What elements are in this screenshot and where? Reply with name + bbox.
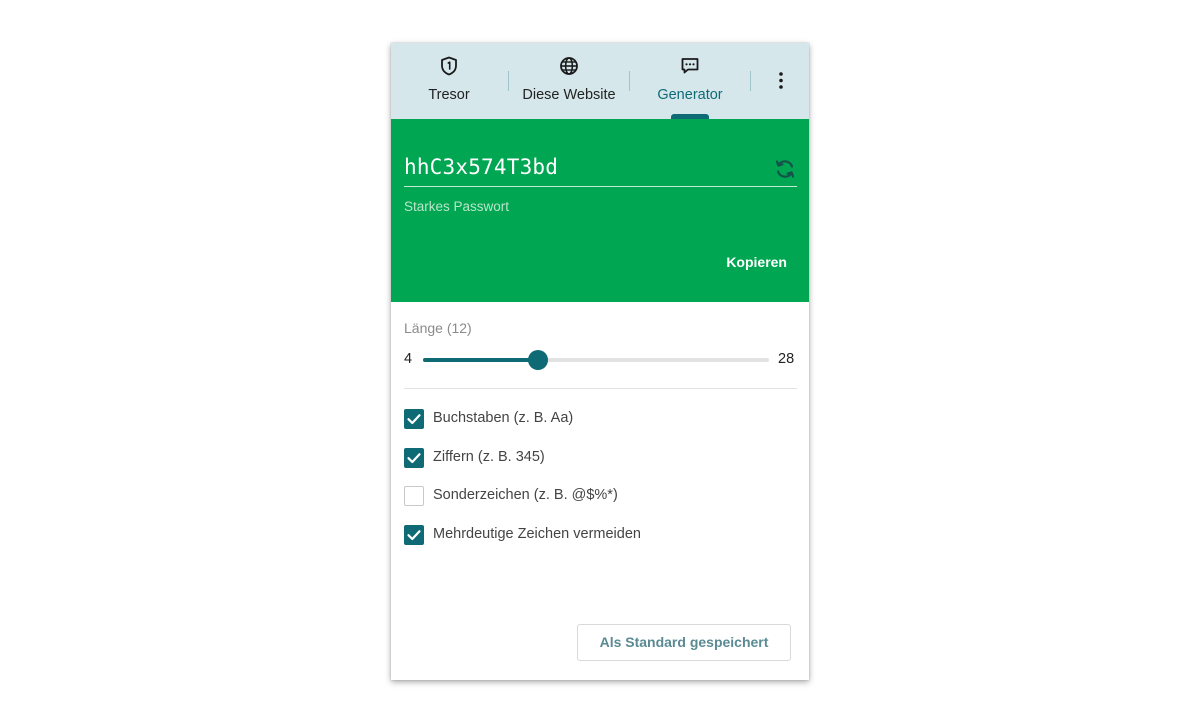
tab-label-tresor: Tresor [428,87,470,103]
shield-icon [438,55,460,77]
special-chars-checkbox[interactable] [404,486,424,506]
tab-bar: Tresor Diese Website Generator [391,43,809,119]
chat-icon [679,55,701,77]
save-as-default-button[interactable]: Als Standard gespeichert [577,624,791,661]
password-underline [404,186,797,187]
tab-separator [750,71,751,91]
checkmark-icon [407,453,421,464]
password-generator-popup: Tresor Diese Website Generator hhC3x574T… [391,43,809,680]
checkmark-icon [407,414,421,425]
length-max: 28 [778,351,795,367]
option-label-digits: Ziffern (z. B. 345) [433,449,545,465]
more-vertical-icon [765,72,797,101]
tab-tresor[interactable]: Tresor [391,43,507,119]
letters-checkbox[interactable] [404,409,424,429]
option-avoid-ambiguous[interactable]: Mehrdeutige Zeichen vermeiden [404,524,784,546]
length-label: Länge (12) [404,320,472,336]
regenerate-button[interactable] [773,157,797,181]
avoid-ambiguous-checkbox[interactable] [404,525,424,545]
password-strength: Starkes Passwort [404,199,510,214]
globe-icon [558,55,580,77]
length-min: 4 [404,351,413,367]
option-label-letters: Buchstaben (z. B. Aa) [433,410,574,426]
length-slider[interactable] [423,348,769,372]
password-panel: hhC3x574T3bd Starkes Passwort Kopieren [391,119,809,302]
copy-button[interactable]: Kopieren [707,254,787,276]
checkmark-icon [407,530,421,541]
tab-label-diese-website: Diese Website [522,87,616,103]
option-letters[interactable]: Buchstaben (z. B. Aa) [404,408,784,430]
generated-password[interactable]: hhC3x574T3bd [404,155,558,179]
option-digits[interactable]: Ziffern (z. B. 345) [404,447,784,469]
option-label-special-chars: Sonderzeichen (z. B. @$%*) [433,487,618,503]
digits-checkbox[interactable] [404,448,424,468]
option-label-avoid-ambiguous: Mehrdeutige Zeichen vermeiden [433,526,641,542]
slider-thumb[interactable] [528,350,548,370]
more-menu-button[interactable] [765,65,797,97]
tab-label-generator: Generator [657,87,723,103]
tab-generator[interactable]: Generator [630,43,750,119]
option-special-chars[interactable]: Sonderzeichen (z. B. @$%*) [404,485,784,507]
divider [404,388,797,389]
refresh-icon [773,160,797,185]
tab-diese-website[interactable]: Diese Website [509,43,629,119]
slider-fill [423,358,538,362]
